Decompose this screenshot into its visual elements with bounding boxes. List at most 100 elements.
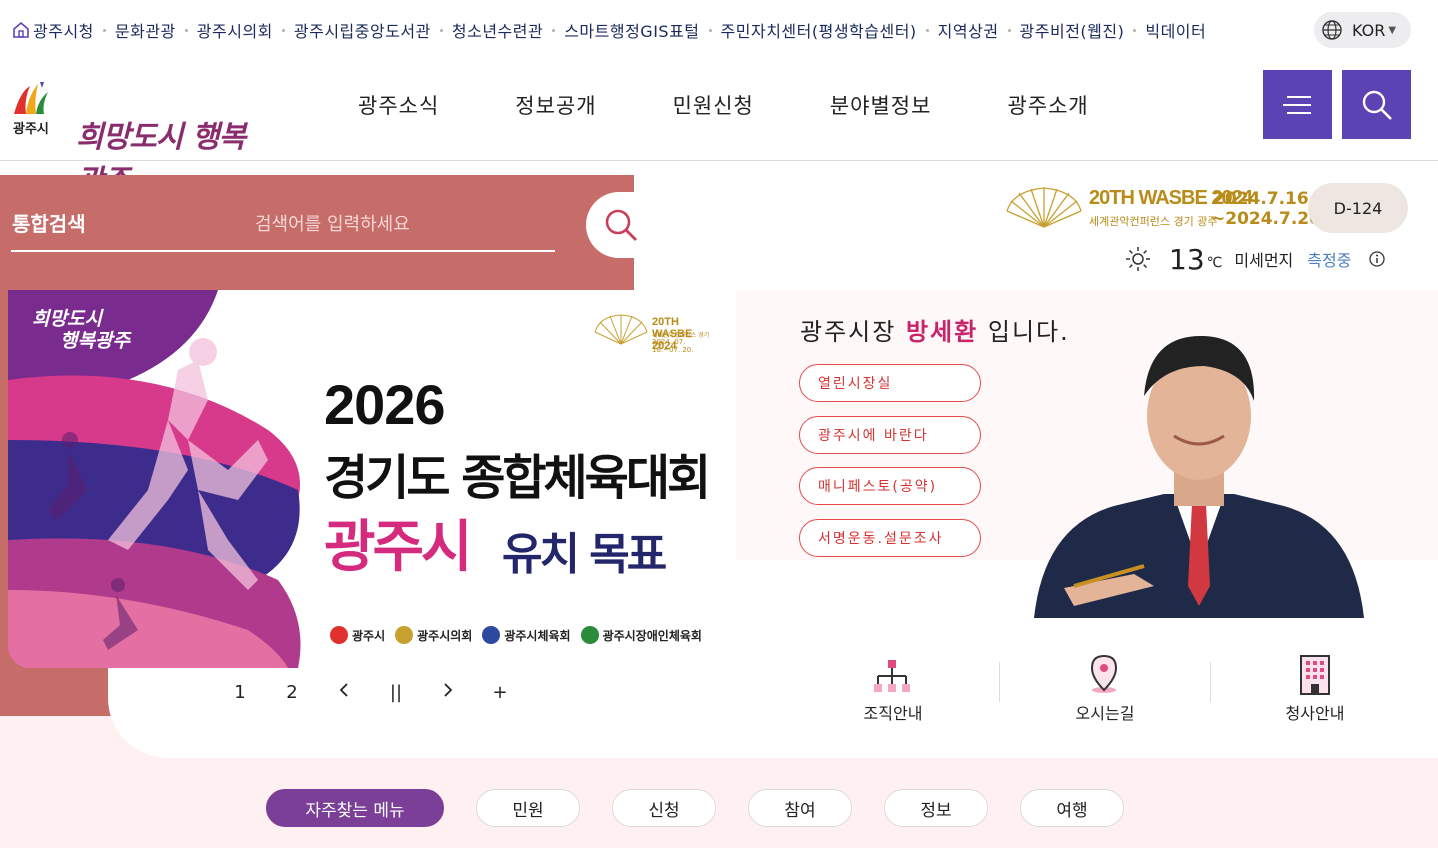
site-header: 광주시 희망도시 행복광주 광주소식 정보공개 민원신청 분야별정보 광주소개 [0,48,1438,199]
petition-to-city-button[interactable]: 광주시에 바란다 [799,416,981,454]
chevron-right-icon [444,682,453,697]
nav-info-disclosure[interactable]: 정보공개 [515,90,596,120]
separator [1133,28,1137,32]
globe-icon [1322,20,1342,40]
mayor-office-button[interactable]: 열린시장실 [799,364,981,402]
banner-event-date: 2024. 07. 16.~07. 20. [652,338,694,354]
search-icon [605,209,637,241]
nav-news[interactable]: 광주소식 [358,90,439,120]
separator [281,28,285,32]
nav-field-info[interactable]: 분야별정보 [830,90,932,120]
location-pin-icon [1090,654,1118,693]
slide-pause-button[interactable]: || [370,682,422,703]
org-chart-icon [874,660,910,692]
toplink-webzine[interactable]: 광주비전(웹진) [1020,18,1125,42]
sun-icon [1126,247,1150,271]
toplink-community-center[interactable]: 주민자치센터(평생학습센터) [721,18,917,42]
info-icon[interactable] [1369,251,1386,267]
search-underline [11,250,555,252]
banner-year: 2026 [324,373,446,436]
toplink-library[interactable]: 광주시립중앙도서관 [294,18,431,42]
mayor-title: 광주시장 방세환 입니다. [800,312,1070,347]
city-emblem-icon [14,82,48,114]
home-icon [13,21,29,38]
toplink-culture-tour[interactable]: 문화관광 [115,18,176,42]
banner-headline: 경기도 종합체육대회 [324,450,711,506]
mayor-title-prefix: 광주시장 [800,318,897,346]
temperature-value: 13 [1169,242,1205,276]
fine-dust-value[interactable]: 측정중 [1307,247,1351,271]
weather-widget: 13 ℃ 미세먼지 측정중 [1125,240,1386,278]
header-search-button[interactable] [1342,70,1411,139]
quick-link-label: 청사안내 [1285,704,1345,723]
main-visual-slide[interactable]: 희망도시 행복광주 20TH WASBE 2024 세계관악컨퍼런스 경기 광주… [8,290,736,668]
tab-participation[interactable]: 참여 [748,789,852,827]
search-icon [1362,90,1392,120]
manifesto-button[interactable]: 매니페스토(공약) [799,467,981,505]
quick-link-directions[interactable]: 오시는길 [1000,650,1210,723]
separator [708,28,712,32]
toplink-council[interactable]: 광주시의회 [197,18,273,42]
search-input[interactable] [253,208,557,240]
slide-next-button[interactable] [422,682,474,703]
slide-controls: 1 2 || + [214,668,533,716]
search-label: 통합검색 [12,212,86,236]
separator [102,28,106,32]
slide-prev-button[interactable] [318,682,370,703]
tab-information[interactable]: 정보 [884,789,988,827]
separator [184,28,188,32]
separator [925,28,929,32]
banner-slogan: 희망도시 행복광주 [32,308,130,352]
language-select[interactable]: KOR ▼ [1314,12,1411,48]
search-submit-button[interactable] [586,192,656,258]
mayor-name: 방세환 [905,318,979,346]
separator [552,28,556,32]
partner-logo: 광주시의회 [395,626,472,644]
slide-page-1[interactable]: 1 [214,682,266,703]
toplink-youth-center[interactable]: 청소년수련관 [452,18,543,42]
toplink-city-hall[interactable]: 광주시청 [33,18,94,42]
toplink-local-market[interactable]: 지역상권 [938,18,999,42]
caret-down-icon: ▼ [1388,24,1397,36]
quick-links: 조직안내 오시는길 청사안내 [788,646,1410,723]
nav-civil-petition[interactable]: 민원신청 [673,90,754,120]
nav-about[interactable]: 광주소개 [1007,90,1088,120]
tab-travel[interactable]: 여행 [1020,789,1124,827]
partner-logo: 광주시체육회 [482,626,571,644]
event-banner-link[interactable]: 20TH WASBE 2024 세계관악컨퍼런스 경기 광주 2024.7.16… [1003,187,1327,231]
partner-logo: 광주시 [330,626,385,644]
separator [439,28,443,32]
integrated-search: 통합검색 [0,175,656,290]
shell-fan-icon [1006,187,1082,228]
mayor-portrait [1034,335,1364,618]
toplink-gis[interactable]: 스마트행정GIS표털 [564,18,699,42]
all-menu-button[interactable] [1263,70,1332,139]
event-date-start: 2024.7.16. [1213,189,1316,209]
menu-category-tabs: 자주찾는 메뉴 민원 신청 참여 정보 여행 [266,789,1156,827]
banner-highlight: 광주시 [324,515,473,580]
partner-logo: 광주시장애인체육회 [580,626,702,644]
dday-badge: D-124 [1308,183,1408,233]
quick-link-label: 조직안내 [863,704,923,723]
site-logo[interactable]: 광주시 희망도시 행복광주 [10,78,260,199]
tab-frequent-menu[interactable]: 자주찾는 메뉴 [266,789,444,827]
temperature-unit: ℃ [1206,255,1223,271]
separator [1007,28,1011,32]
quick-link-label: 오시는길 [1075,704,1135,723]
tab-application[interactable]: 신청 [612,789,716,827]
family-site-links: 광주시청 문화관광 광주시의회 광주시립중앙도서관 청소년수련관 스마트행정GI… [12,18,1206,42]
quick-link-building[interactable]: 청사안내 [1210,650,1420,723]
toplink-big-data[interactable]: 빅데이터 [1145,18,1206,42]
tab-civil-service[interactable]: 민원 [476,789,580,827]
chevron-left-icon [339,682,348,697]
quick-link-organization[interactable]: 조직안내 [788,650,998,723]
fine-dust-label: 미세먼지 [1234,251,1294,270]
banner-slogan-line2: 행복광주 [60,330,130,352]
shell-fan-icon [594,314,648,345]
building-icon [1300,655,1330,695]
slide-more-button[interactable]: + [474,682,526,703]
slide-page-2[interactable]: 2 [266,682,318,703]
banner-event-badge: 20TH WASBE 2024 세계관악컨퍼런스 경기 광주 2024. 07.… [592,314,712,354]
survey-button[interactable]: 서명운동.설문조사 [799,519,981,557]
language-label: KOR [1352,20,1386,40]
